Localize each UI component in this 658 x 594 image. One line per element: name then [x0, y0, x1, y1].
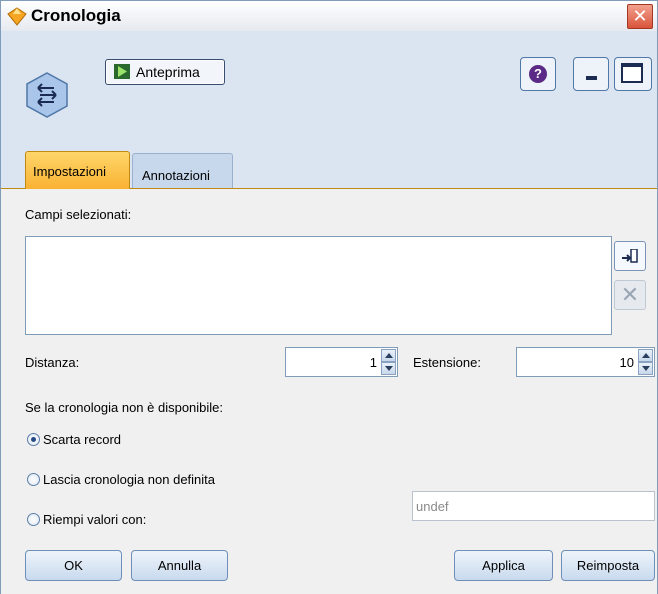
help-button[interactable]: ? — [520, 57, 556, 91]
cancel-button[interactable]: Annulla — [131, 550, 228, 581]
chevron-down-icon — [385, 366, 393, 371]
radio-fill-label[interactable]: Riempi valori con: — [43, 512, 146, 527]
tab-annotations[interactable]: Annotazioni — [132, 153, 233, 189]
reset-button[interactable]: Reimposta — [561, 550, 655, 581]
tab-settings-label: Impostazioni — [33, 164, 106, 179]
chevron-down-icon — [642, 366, 650, 371]
radio-leave-button[interactable] — [27, 473, 40, 486]
span-up-arrow[interactable] — [638, 349, 653, 362]
help-icon: ? — [529, 65, 547, 83]
close-icon: ✕ — [632, 6, 648, 26]
tab-annotations-label: Annotazioni — [142, 168, 210, 183]
remove-field-button[interactable]: ✕ — [614, 280, 646, 310]
ok-button[interactable]: OK — [25, 550, 122, 581]
node-diamond-icon — [7, 7, 27, 26]
close-button[interactable]: ✕ — [627, 4, 653, 29]
radio-leave-label[interactable]: Lascia cronologia non definita — [43, 472, 215, 487]
minimize-icon — [586, 76, 597, 80]
radio-discard-label[interactable]: Scarta record — [43, 432, 121, 447]
window-title: Cronologia — [31, 6, 121, 25]
maximize-button[interactable] — [614, 57, 652, 91]
fill-value-input[interactable]: undef — [412, 491, 655, 521]
maximize-icon — [621, 63, 643, 83]
offset-spinner[interactable]: 1 — [285, 347, 398, 377]
field-picker-icon — [622, 249, 638, 263]
span-label: Estensione: — [413, 355, 481, 370]
span-spinner[interactable]: 10 — [516, 347, 655, 377]
dialog-window: Cronologia ✕ Anteprima ? Impostazioni An… — [0, 0, 658, 594]
span-down-arrow[interactable] — [638, 362, 653, 375]
tab-settings[interactable]: Impostazioni — [25, 151, 130, 189]
radio-fill-button[interactable] — [27, 513, 40, 526]
preview-button[interactable]: Anteprima — [105, 59, 225, 85]
span-value: 10 — [619, 355, 634, 370]
selected-fields-list[interactable] — [25, 236, 612, 335]
history-node-icon — [26, 72, 68, 118]
apply-button[interactable]: Applica — [454, 550, 553, 581]
chevron-up-icon — [642, 353, 650, 358]
radio-discard-button[interactable] — [27, 433, 40, 446]
minimize-button[interactable] — [573, 57, 609, 91]
preview-label: Anteprima — [136, 64, 200, 80]
title-bar[interactable]: Cronologia ✕ — [1, 1, 657, 31]
unavailable-label: Se la cronologia non è disponibile: — [25, 400, 224, 415]
offset-spinner-arrows[interactable] — [381, 349, 396, 375]
offset-down-arrow[interactable] — [381, 362, 396, 375]
offset-value: 1 — [369, 355, 377, 370]
span-spinner-arrows[interactable] — [638, 349, 653, 375]
play-icon — [114, 64, 130, 79]
field-picker-button[interactable] — [614, 241, 646, 271]
chevron-up-icon — [385, 353, 393, 358]
offset-up-arrow[interactable] — [381, 349, 396, 362]
remove-icon: ✕ — [620, 282, 640, 307]
offset-label: Distanza: — [25, 355, 80, 370]
selected-fields-label: Campi selezionati: — [25, 207, 132, 222]
